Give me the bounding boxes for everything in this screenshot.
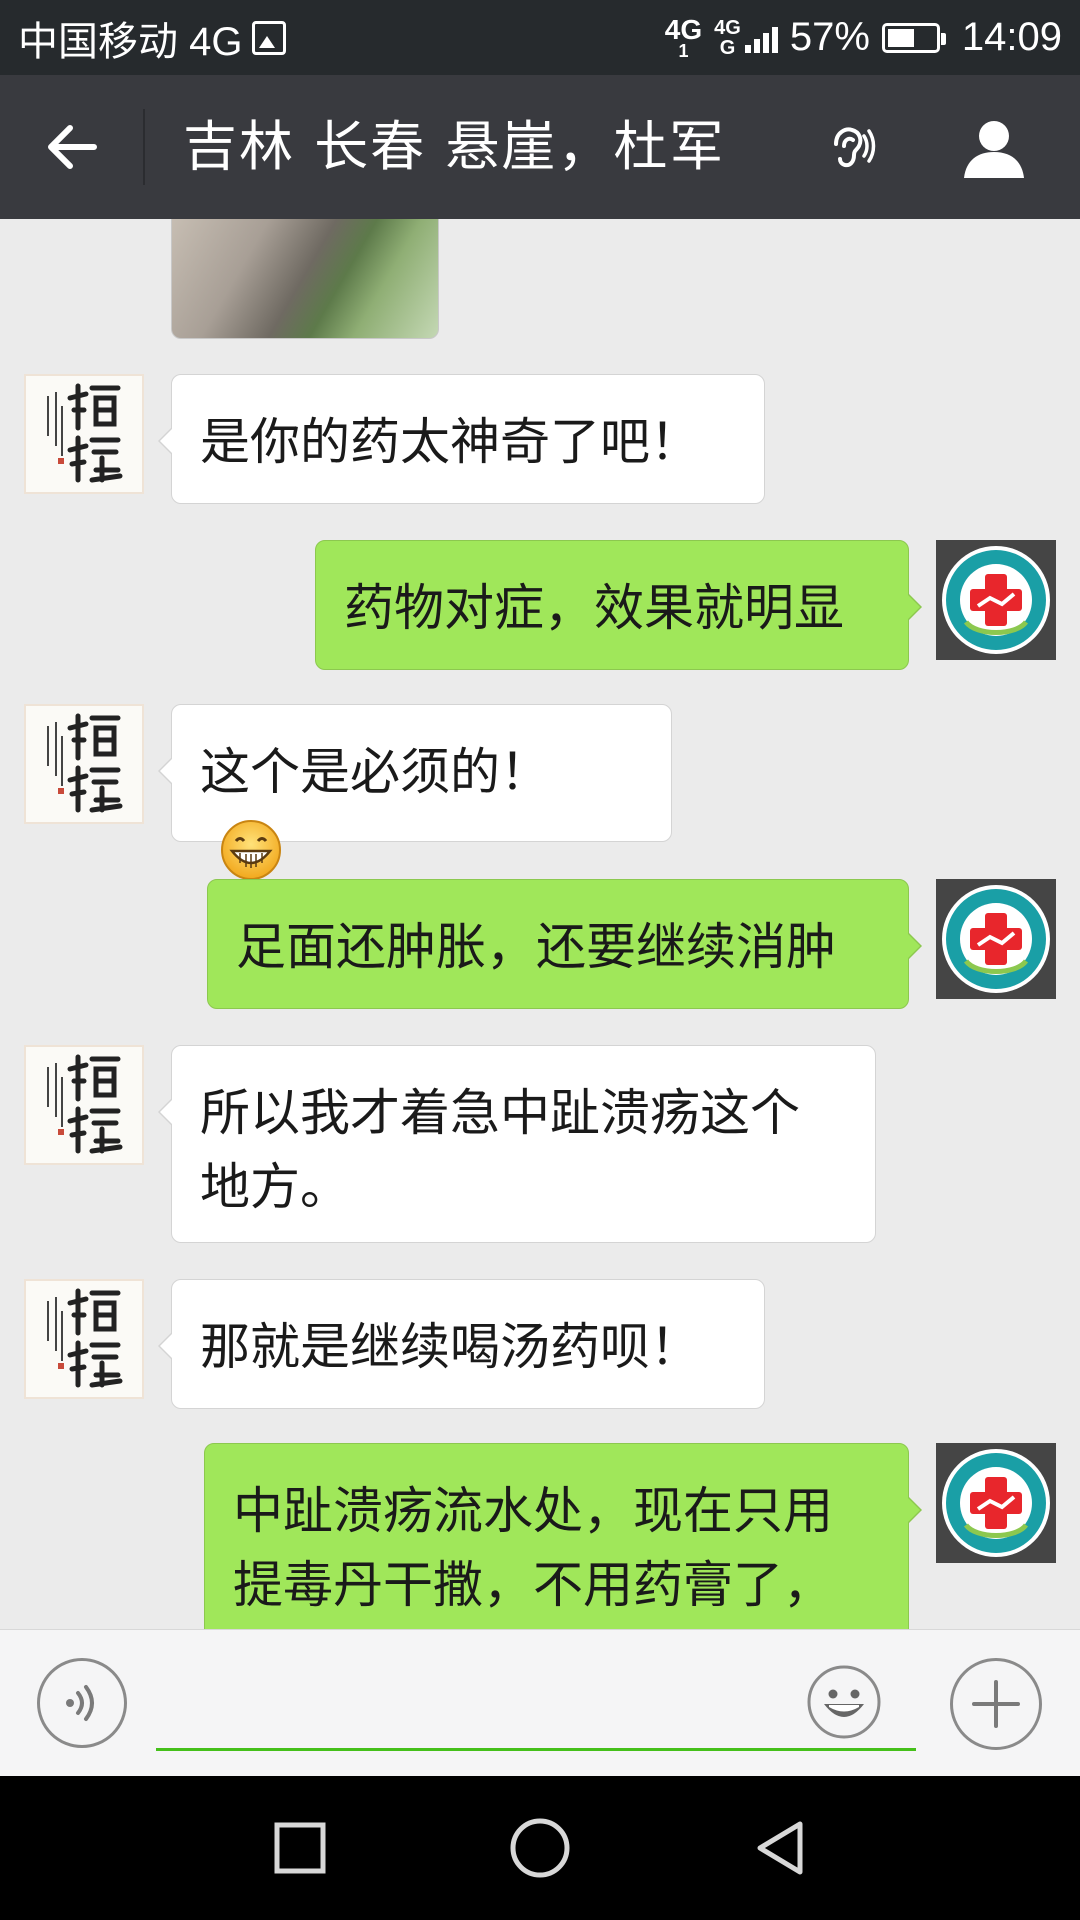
- status-right: 4G 1 4G G 57% 14:09: [665, 0, 1062, 75]
- message-row-incoming: 所以我才着急中趾溃疡这个地方。: [0, 1045, 1080, 1243]
- signal-bars-icon: [744, 23, 778, 53]
- contact-avatar[interactable]: [24, 374, 144, 494]
- message-bubble[interactable]: 这个是必须的！: [158, 704, 672, 880]
- back-button[interactable]: [30, 111, 114, 183]
- message-bubble[interactable]: 足面还肿胀，还要继续消肿: [207, 879, 922, 1009]
- emoji-button[interactable]: [806, 1664, 882, 1740]
- message-text: 足面还肿胀，还要继续消肿: [236, 918, 836, 976]
- message-text: 所以我才着急中趾溃疡这个地方。: [200, 1084, 800, 1216]
- battery-icon: [881, 22, 946, 53]
- message-bubble[interactable]: 是你的药太神奇了吧！: [158, 374, 765, 504]
- home-button[interactable]: [508, 1816, 572, 1880]
- clinic-logo-avatar-image: [936, 879, 1056, 999]
- square-icon: [274, 1822, 326, 1874]
- calligraphy-avatar-image: [26, 1047, 142, 1163]
- network-primary-sub: 1: [678, 40, 689, 61]
- message-input-bar: [0, 1629, 1080, 1777]
- message-bubble[interactable]: 中趾溃疡流水处，现在只用提毒丹干撒，不用药膏了，: [204, 1443, 922, 1629]
- message-row-incoming: 是你的药太神奇了吧！: [0, 374, 1080, 504]
- contact-avatar[interactable]: [24, 704, 144, 824]
- message-text: 药物对症，效果就明显: [344, 579, 844, 637]
- message-row-outgoing: 足面还肿胀，还要继续消肿: [0, 879, 1080, 1009]
- message-text: 是你的药太神奇了吧！: [200, 413, 700, 471]
- message-row-incoming: 这个是必须的！: [0, 704, 1080, 880]
- message-list[interactable]: 是你的药太神奇了吧！ 药物对症，效果就明显 这个是必须的！ 足面还肿胀，还要继续…: [0, 219, 1080, 1629]
- my-avatar[interactable]: [936, 1443, 1056, 1563]
- message-text-input[interactable]: [156, 1666, 916, 1751]
- network-secondary-label: 4G: [714, 16, 741, 39]
- my-avatar[interactable]: [936, 540, 1056, 660]
- clock: 14:09: [961, 15, 1062, 59]
- message-bubble[interactable]: 那就是继续喝汤药呗！: [158, 1279, 765, 1409]
- chat-header: 吉林 长春 悬崖，杜军: [0, 75, 1080, 219]
- person-icon: [964, 121, 1024, 178]
- gallery-notification-icon: [252, 20, 287, 55]
- contact-avatar[interactable]: [24, 1279, 144, 1399]
- secondary-signal-icon: 4G G: [714, 18, 778, 58]
- more-actions-button[interactable]: [950, 1658, 1042, 1750]
- android-navigation-bar: [0, 1776, 1080, 1920]
- contact-avatar[interactable]: [24, 1045, 144, 1165]
- message-row-outgoing: 药物对症，效果就明显: [0, 540, 1080, 670]
- carrier-label: 中国移动 4G: [18, 19, 243, 64]
- message-text: 那就是继续喝汤药呗！: [200, 1318, 700, 1376]
- message-bubble[interactable]: 所以我才着急中趾溃疡这个地方。: [158, 1045, 876, 1243]
- system-back-button[interactable]: [748, 1816, 812, 1880]
- ear-icon: [834, 127, 876, 168]
- clinic-logo-avatar-image: [936, 1443, 1056, 1563]
- voice-input-button[interactable]: [37, 1658, 127, 1748]
- clinic-logo-avatar-image: [936, 540, 1056, 660]
- message-text: 这个是必须的！: [200, 743, 550, 801]
- arrow-left-icon: [48, 125, 97, 169]
- smiley-icon: [807, 1665, 881, 1739]
- message-row-incoming: 那就是继续喝汤药呗！: [0, 1279, 1080, 1409]
- triangle-back-icon: [757, 1821, 803, 1875]
- status-bar: 中国移动 4G 4G 1 4G G 57% 14:09: [0, 0, 1080, 75]
- battery-percent: 57%: [789, 15, 870, 59]
- recent-apps-button[interactable]: [268, 1816, 332, 1880]
- voice-icon: [66, 1685, 94, 1721]
- network-primary-label: 4G: [664, 13, 703, 45]
- network-type-icon: 4G 1: [664, 13, 703, 61]
- calligraphy-avatar-image: [26, 706, 142, 822]
- message-row-outgoing: 中趾溃疡流水处，现在只用提毒丹干撒，不用药膏了，: [0, 1443, 1080, 1629]
- plus-icon: [972, 1680, 1020, 1728]
- my-avatar[interactable]: [936, 879, 1056, 999]
- calligraphy-avatar-image: [26, 376, 142, 492]
- chat-title: 吉林 长春 悬崖，杜军: [183, 115, 726, 178]
- message-text: 中趾溃疡流水处，现在只用提毒丹干撒，不用药膏了，: [233, 1482, 833, 1614]
- network-secondary-sub: G: [719, 36, 736, 59]
- grinning-emoji-icon: [221, 819, 281, 880]
- circle-icon: [510, 1818, 570, 1878]
- image-message-thumbnail[interactable]: [171, 219, 439, 339]
- header-divider: [143, 109, 145, 185]
- status-left: 中国移动 4G: [18, 0, 287, 75]
- chat-info-button[interactable]: [952, 111, 1036, 187]
- calligraphy-avatar-image: [26, 1281, 142, 1397]
- message-bubble[interactable]: 药物对症，效果就明显: [315, 540, 922, 670]
